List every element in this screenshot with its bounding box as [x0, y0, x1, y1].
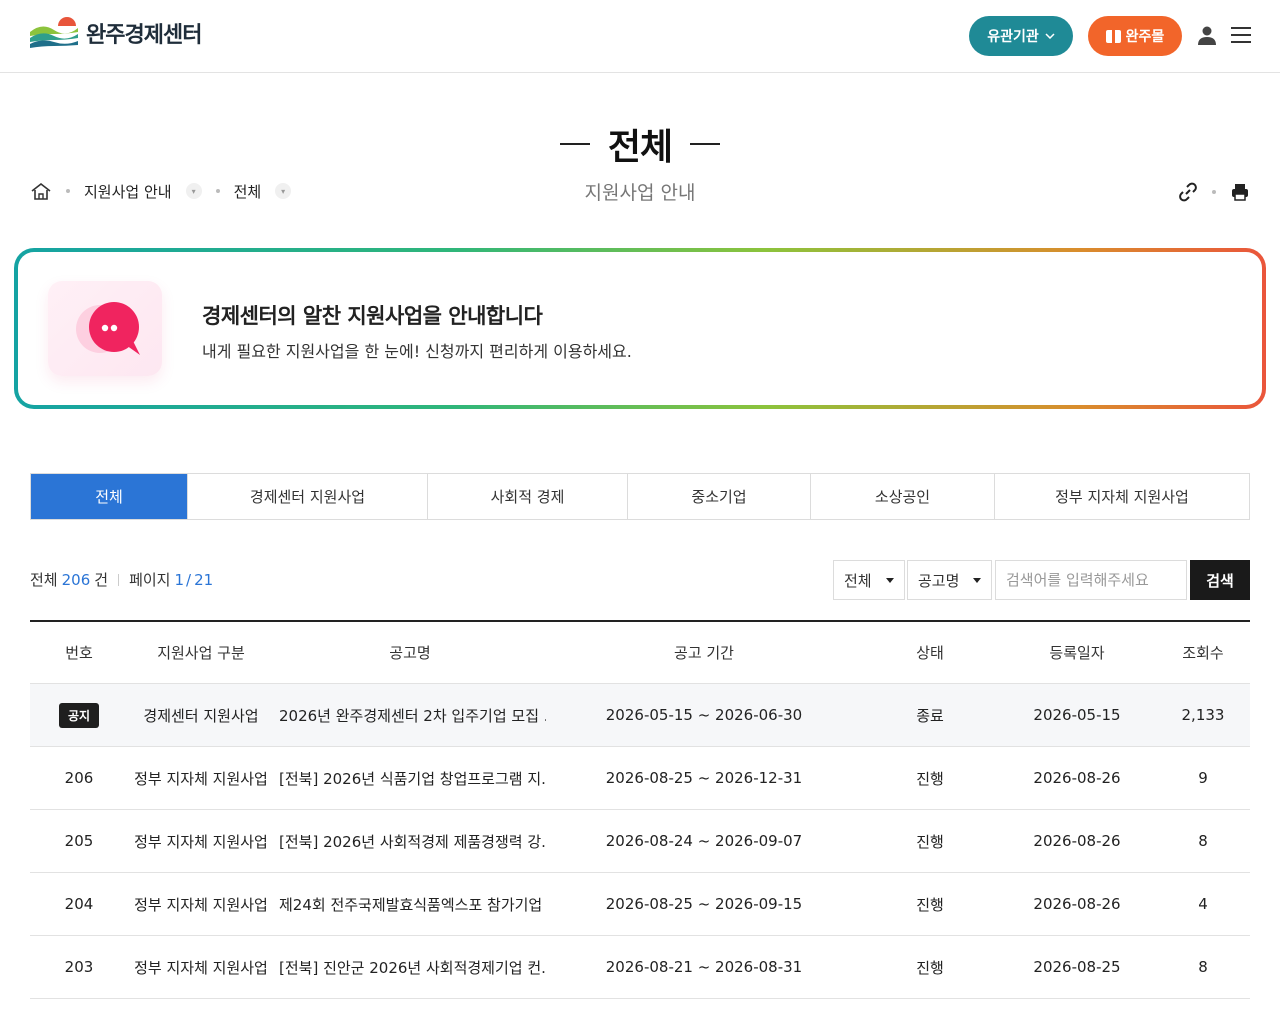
- row-views: 4: [1198, 895, 1208, 913]
- caret-down-icon: [886, 577, 894, 583]
- tab-social-economy[interactable]: 사회적 경제: [428, 474, 628, 519]
- row-date: 2026-08-25: [1033, 958, 1121, 976]
- breadcrumb-item-support[interactable]: 지원사업 안내: [84, 181, 172, 202]
- chevron-down-icon[interactable]: ▾: [275, 183, 292, 199]
- link-icon[interactable]: [1178, 182, 1198, 202]
- row-period: 2026-08-25 ~ 2026-09-15: [605, 895, 803, 913]
- table-row[interactable]: 205 정부 지자체 지원사업 [전북] 2026년 사회적경제 제품경쟁력 강…: [30, 810, 1250, 873]
- caret-down-icon: [973, 577, 981, 583]
- row-period: 2026-08-21 ~ 2026-08-31: [605, 958, 803, 976]
- table-header-row: 번호 지원사업 구분 공고명 공고 기간 상태 등록일자 조회수: [30, 622, 1250, 684]
- column-header-views: 조회수: [1182, 644, 1224, 662]
- page-tools: [1178, 180, 1252, 204]
- row-title-link[interactable]: [전북] 2026년 식품기업 창업프로그램 지...: [274, 768, 546, 789]
- result-summary: 전체 206 건 페이지 1 / 21: [30, 569, 217, 590]
- row-views: 8: [1198, 832, 1208, 850]
- tab-all[interactable]: 전체: [31, 474, 188, 519]
- page-label: 페이지: [129, 571, 171, 589]
- category-filter-select[interactable]: 전체: [833, 560, 905, 600]
- home-icon[interactable]: [30, 182, 52, 200]
- row-category: 정부 지자체 지원사업: [134, 769, 268, 788]
- tab-government-support[interactable]: 정부 지자체 지원사업: [995, 474, 1249, 519]
- table-row[interactable]: 공지 경제센터 지원사업 2026년 완주경제센터 2차 입주기업 모집 ...…: [30, 684, 1250, 747]
- table-row[interactable]: 206 정부 지자체 지원사업 [전북] 2026년 식품기업 창업프로그램 지…: [30, 747, 1250, 810]
- row-period: 2026-05-15 ~ 2026-06-30: [605, 706, 803, 724]
- search-field-value: 공고명: [918, 571, 960, 590]
- tab-center-support[interactable]: 경제센터 지원사업: [188, 474, 428, 519]
- column-header-category: 지원사업 구분: [157, 644, 245, 662]
- table-row[interactable]: 203 정부 지자체 지원사업 [전북] 진안군 2026년 사회적경제기업 컨…: [30, 936, 1250, 999]
- breadcrumb: 지원사업 안내 ▾ 전체 ▾: [30, 178, 292, 204]
- chevron-down-icon[interactable]: ▾: [185, 183, 202, 199]
- row-status: 진행: [916, 958, 944, 977]
- row-views: 8: [1198, 958, 1208, 976]
- search-button[interactable]: 검색: [1190, 560, 1250, 600]
- tab-small-business[interactable]: 소상공인: [811, 474, 995, 519]
- column-header-period: 공고 기간: [674, 644, 734, 662]
- row-period: 2026-08-24 ~ 2026-09-07: [605, 832, 803, 850]
- row-date: 2026-05-15: [1033, 706, 1121, 724]
- chevron-down-icon: [1045, 33, 1055, 39]
- row-category: 정부 지자체 지원사업: [134, 895, 268, 914]
- column-header-date: 등록일자: [1049, 644, 1105, 662]
- row-status: 진행: [916, 769, 944, 788]
- row-date: 2026-08-26: [1033, 769, 1121, 787]
- row-title-link[interactable]: 2026년 완주경제센터 2차 입주기업 모집 ...: [274, 705, 546, 726]
- row-status: 진행: [916, 895, 944, 914]
- table-row[interactable]: 204 정부 지자체 지원사업 제24회 전주국제발효식품엑스포 참가기업 ..…: [30, 873, 1250, 936]
- banner-title: 경제센터의 알찬 지원사업을 안내합니다: [202, 304, 543, 328]
- banner-description: 내게 필요한 지원사업을 한 눈에! 신청까지 편리하게 이용하세요.: [202, 342, 632, 361]
- row-period: 2026-08-25 ~ 2026-12-31: [605, 769, 803, 787]
- logo-mountain-icon: [30, 17, 78, 48]
- category-filter-value: 전체: [844, 571, 872, 590]
- page-title-text: 전체: [607, 127, 673, 168]
- search-field-select[interactable]: 공고명: [907, 560, 992, 600]
- site-header: 완주경제센터 유관기관 완주몰: [0, 0, 1280, 73]
- row-category: 정부 지자체 지원사업: [134, 958, 268, 977]
- info-banner: 경제센터의 알찬 지원사업을 안내합니다 내게 필요한 지원사업을 한 눈에! …: [14, 248, 1266, 409]
- row-title-link[interactable]: [전북] 진안군 2026년 사회적경제기업 컨...: [274, 957, 546, 978]
- hamburger-menu-icon[interactable]: [1231, 27, 1251, 45]
- category-tabs: 전체 경제센터 지원사업 사회적 경제 중소기업 소상공인 정부 지자체 지원사…: [30, 473, 1250, 520]
- wanju-mall-label: 완주몰: [1125, 29, 1165, 45]
- row-number: 203: [64, 958, 94, 976]
- chat-bubble-icon: [48, 281, 162, 376]
- tab-sme[interactable]: 중소기업: [628, 474, 811, 519]
- support-program-table: 번호 지원사업 구분 공고명 공고 기간 상태 등록일자 조회수 공지 경제센터…: [30, 620, 1250, 999]
- search-input[interactable]: [995, 560, 1187, 600]
- row-title-link[interactable]: 제24회 전주국제발효식품엑스포 참가기업 ...: [274, 894, 546, 915]
- related-org-button[interactable]: 유관기관: [969, 16, 1073, 56]
- row-views: 9: [1198, 769, 1208, 787]
- row-status: 종료: [916, 706, 944, 725]
- row-category: 경제센터 지원사업: [143, 706, 259, 725]
- page-current: 1: [174, 570, 185, 589]
- row-date: 2026-08-26: [1033, 832, 1121, 850]
- row-date: 2026-08-26: [1033, 895, 1121, 913]
- row-category: 정부 지자체 지원사업: [134, 832, 268, 851]
- row-title-link[interactable]: [전북] 2026년 사회적경제 제품경쟁력 강...: [274, 831, 546, 852]
- gift-icon: [1105, 29, 1121, 43]
- total-label: 전체: [30, 571, 58, 589]
- column-header-title: 공고명: [389, 644, 431, 662]
- page-separator: /: [186, 570, 192, 589]
- wanju-mall-button[interactable]: 완주몰: [1088, 16, 1182, 56]
- total-count: 206: [61, 570, 91, 589]
- logo-text: 완주경제센터: [86, 23, 202, 48]
- notice-badge: 공지: [58, 702, 100, 728]
- row-status: 진행: [916, 832, 944, 851]
- row-number: 206: [64, 769, 94, 787]
- page-title: 전체: [559, 118, 721, 170]
- breadcrumb-item-all[interactable]: 전체: [234, 181, 262, 202]
- user-icon[interactable]: [1196, 24, 1218, 46]
- column-header-status: 상태: [916, 644, 944, 662]
- page-total: 21: [194, 570, 214, 589]
- related-org-label: 유관기관: [987, 29, 1039, 45]
- row-number: 205: [64, 832, 94, 850]
- column-header-number: 번호: [65, 644, 93, 662]
- row-number: 204: [64, 895, 94, 913]
- row-views: 2,133: [1181, 706, 1225, 724]
- site-logo[interactable]: 완주경제센터: [28, 16, 202, 50]
- total-unit: 건: [94, 571, 109, 589]
- print-icon[interactable]: [1230, 182, 1250, 202]
